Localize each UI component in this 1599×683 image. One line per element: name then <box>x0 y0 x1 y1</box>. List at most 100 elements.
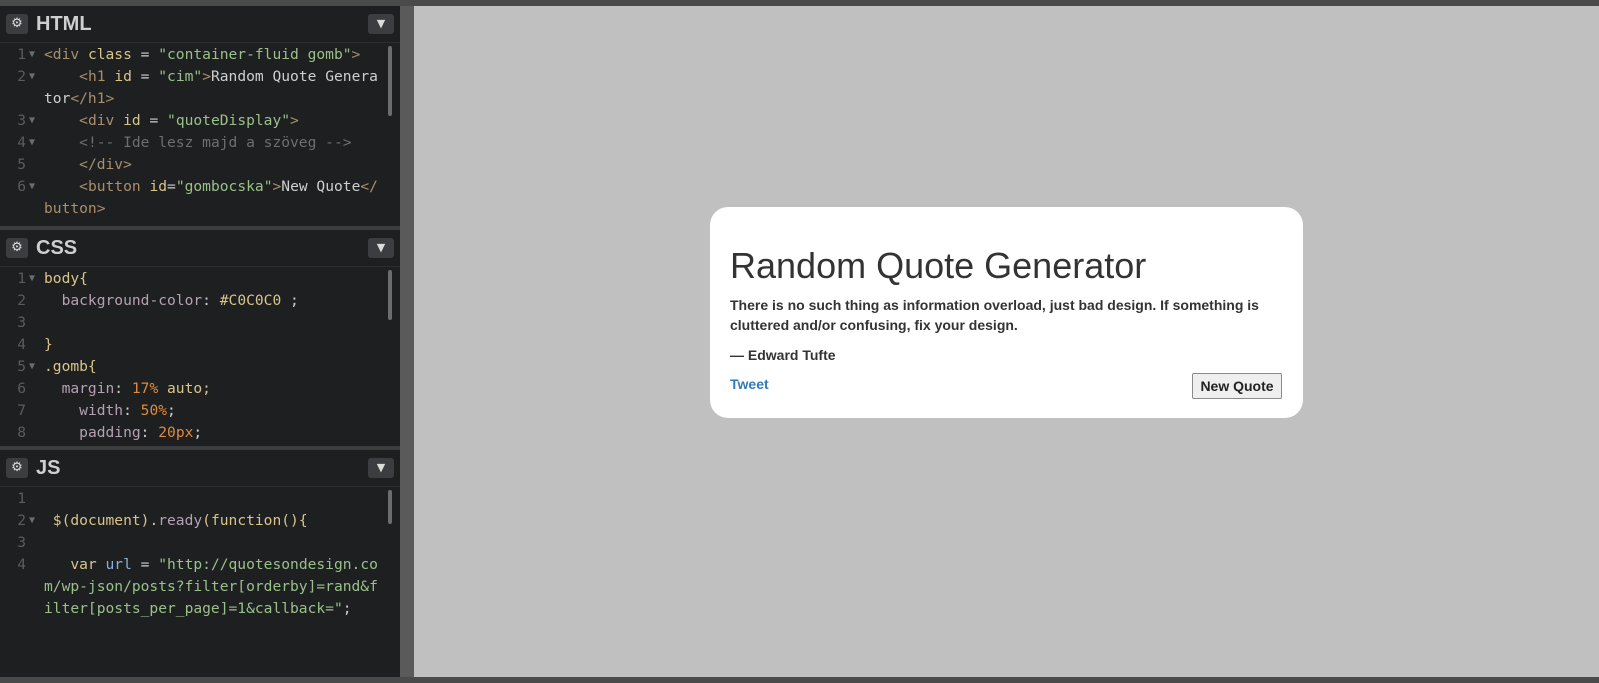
code-line: 4 ▼ <!-- Ide lesz majd a szöveg --> <box>0 132 392 154</box>
js-pane: ⚙ JS ▼ 1 2 ▼ $(document).ready(function(… <box>0 450 400 677</box>
quote-card: Random Quote Generator There is no such … <box>710 207 1303 418</box>
code-token: = <box>167 178 176 195</box>
css-pane: ⚙ CSS ▼ 1 ▼ body{ 2 background-color: #C… <box>0 230 400 446</box>
code-token: <button <box>44 178 150 195</box>
code-token: } <box>44 336 53 353</box>
code-line: 3 <box>0 532 392 554</box>
code-line: 2 ▼ $(document).ready(function(){ <box>0 510 392 532</box>
line-number: 1 <box>17 46 26 63</box>
fold-arrow-icon[interactable]: ▼ <box>29 510 35 532</box>
css-pane-header: ⚙ CSS ▼ <box>0 230 400 267</box>
code-token: <div <box>44 112 124 129</box>
fold-arrow-icon[interactable]: ▼ <box>29 176 35 198</box>
gear-icon[interactable]: ⚙ <box>6 14 28 34</box>
code-token: url <box>105 556 132 573</box>
fold-arrow-icon[interactable]: ▼ <box>29 110 35 132</box>
chevron-down-icon[interactable]: ▼ <box>368 458 394 478</box>
code-token: ; <box>342 600 352 617</box>
code-line: 7 width: 50%; <box>0 400 392 422</box>
code-line: 5 ▼ .gomb{ <box>0 356 392 378</box>
code-token: ; <box>281 292 299 309</box>
css-code[interactable]: 1 ▼ body{ 2 background-color: #C0C0C0 ; … <box>0 268 392 444</box>
code-token: id <box>123 112 141 129</box>
line-number: 2 <box>17 292 26 309</box>
scrollbar[interactable] <box>388 46 392 116</box>
code-token: : <box>202 292 220 309</box>
code-token: id <box>114 68 132 85</box>
preview-pane: Random Quote Generator There is no such … <box>414 6 1599 677</box>
fold-arrow-icon[interactable]: ▼ <box>29 132 35 154</box>
code-token: var <box>44 556 106 573</box>
html-pane-title: HTML <box>36 13 92 35</box>
page-title: Random Quote Generator <box>730 245 1147 286</box>
chevron-down-icon[interactable]: ▼ <box>368 14 394 34</box>
gear-icon[interactable]: ⚙ <box>6 238 28 258</box>
code-token: ( <box>202 512 211 529</box>
code-token: #C0C0C0 <box>219 292 282 309</box>
html-pane-header: ⚙ HTML ▼ <box>0 6 400 43</box>
line-number: 4 <box>17 134 26 151</box>
line-number: 6 <box>17 178 26 195</box>
line-number: 5 <box>17 156 26 173</box>
fold-arrow-icon[interactable]: ▼ <box>29 268 35 290</box>
code-token: margin <box>44 380 115 397</box>
code-token: padding <box>44 424 141 441</box>
code-line: 5 </div> <box>0 154 392 176</box>
code-token: ready <box>158 512 203 529</box>
code-line: 1 <box>0 488 392 510</box>
code-token: = <box>131 556 159 573</box>
code-line: 3 ▼ <div id = "quoteDisplay"> <box>0 110 392 132</box>
fold-arrow-icon[interactable]: ▼ <box>29 66 35 88</box>
scrollbar[interactable] <box>388 490 392 524</box>
quote-text: There is no such thing as information ov… <box>730 297 1259 333</box>
code-token: ; <box>193 424 203 441</box>
code-token: : <box>123 402 141 419</box>
fold-arrow-icon[interactable]: ▼ <box>29 44 35 66</box>
line-number: 3 <box>17 112 26 129</box>
code-token: > <box>202 68 211 85</box>
code-token: New Quote <box>281 178 361 195</box>
code-line: 2 ▼ <h1 id = "cim">Random Quote Generato… <box>0 66 392 110</box>
code-line: 3 <box>0 312 392 334</box>
code-token: > <box>272 178 282 195</box>
line-number: 6 <box>17 380 26 397</box>
js-pane-title: JS <box>36 457 61 479</box>
line-number: 4 <box>17 556 26 573</box>
code-token: <h1 <box>44 68 115 85</box>
code-token: </div> <box>44 156 132 173</box>
line-number: 4 <box>17 336 26 353</box>
code-token: ; <box>167 402 176 419</box>
html-code[interactable]: 1 ▼ <div class = "container-fluid gomb">… <box>0 44 392 220</box>
chevron-down-icon[interactable]: ▼ <box>368 238 394 258</box>
code-line: 6 margin: 17% auto; <box>0 378 392 400</box>
scrollbar[interactable] <box>388 270 392 320</box>
code-token: (){ <box>281 512 308 529</box>
code-token: body{ <box>44 270 88 287</box>
editor-resize-divider[interactable] <box>400 6 414 677</box>
code-token: auto; <box>158 380 211 397</box>
line-number: 8 <box>17 424 26 441</box>
code-token: id <box>149 178 168 195</box>
code-token: "gombocska" <box>175 178 273 195</box>
code-token: "quoteDisplay" <box>167 112 291 129</box>
line-number: 3 <box>17 534 26 551</box>
code-token: = <box>131 68 159 85</box>
code-token: width <box>44 402 124 419</box>
code-token: : <box>114 380 132 397</box>
code-token: function <box>210 512 282 529</box>
new-quote-button[interactable]: New Quote <box>1192 373 1282 399</box>
line-number: 3 <box>17 314 26 331</box>
html-pane: ⚙ HTML ▼ 1 ▼ <div class = "container-flu… <box>0 6 400 226</box>
code-token: background-color <box>44 292 203 309</box>
code-line: 2 background-color: #C0C0C0 ; <box>0 290 392 312</box>
js-code[interactable]: 1 2 ▼ $(document).ready(function(){ 3 4 … <box>0 488 392 664</box>
fold-arrow-icon[interactable]: ▼ <box>29 356 35 378</box>
tweet-link[interactable]: Tweet <box>730 374 769 394</box>
gear-icon[interactable]: ⚙ <box>6 458 28 478</box>
code-token: = <box>140 112 168 129</box>
code-token: </h1> <box>70 90 115 107</box>
code-token: 20px <box>158 424 194 441</box>
js-pane-header: ⚙ JS ▼ <box>0 450 400 487</box>
code-token: > <box>290 112 299 129</box>
code-token: "cim" <box>158 68 203 85</box>
